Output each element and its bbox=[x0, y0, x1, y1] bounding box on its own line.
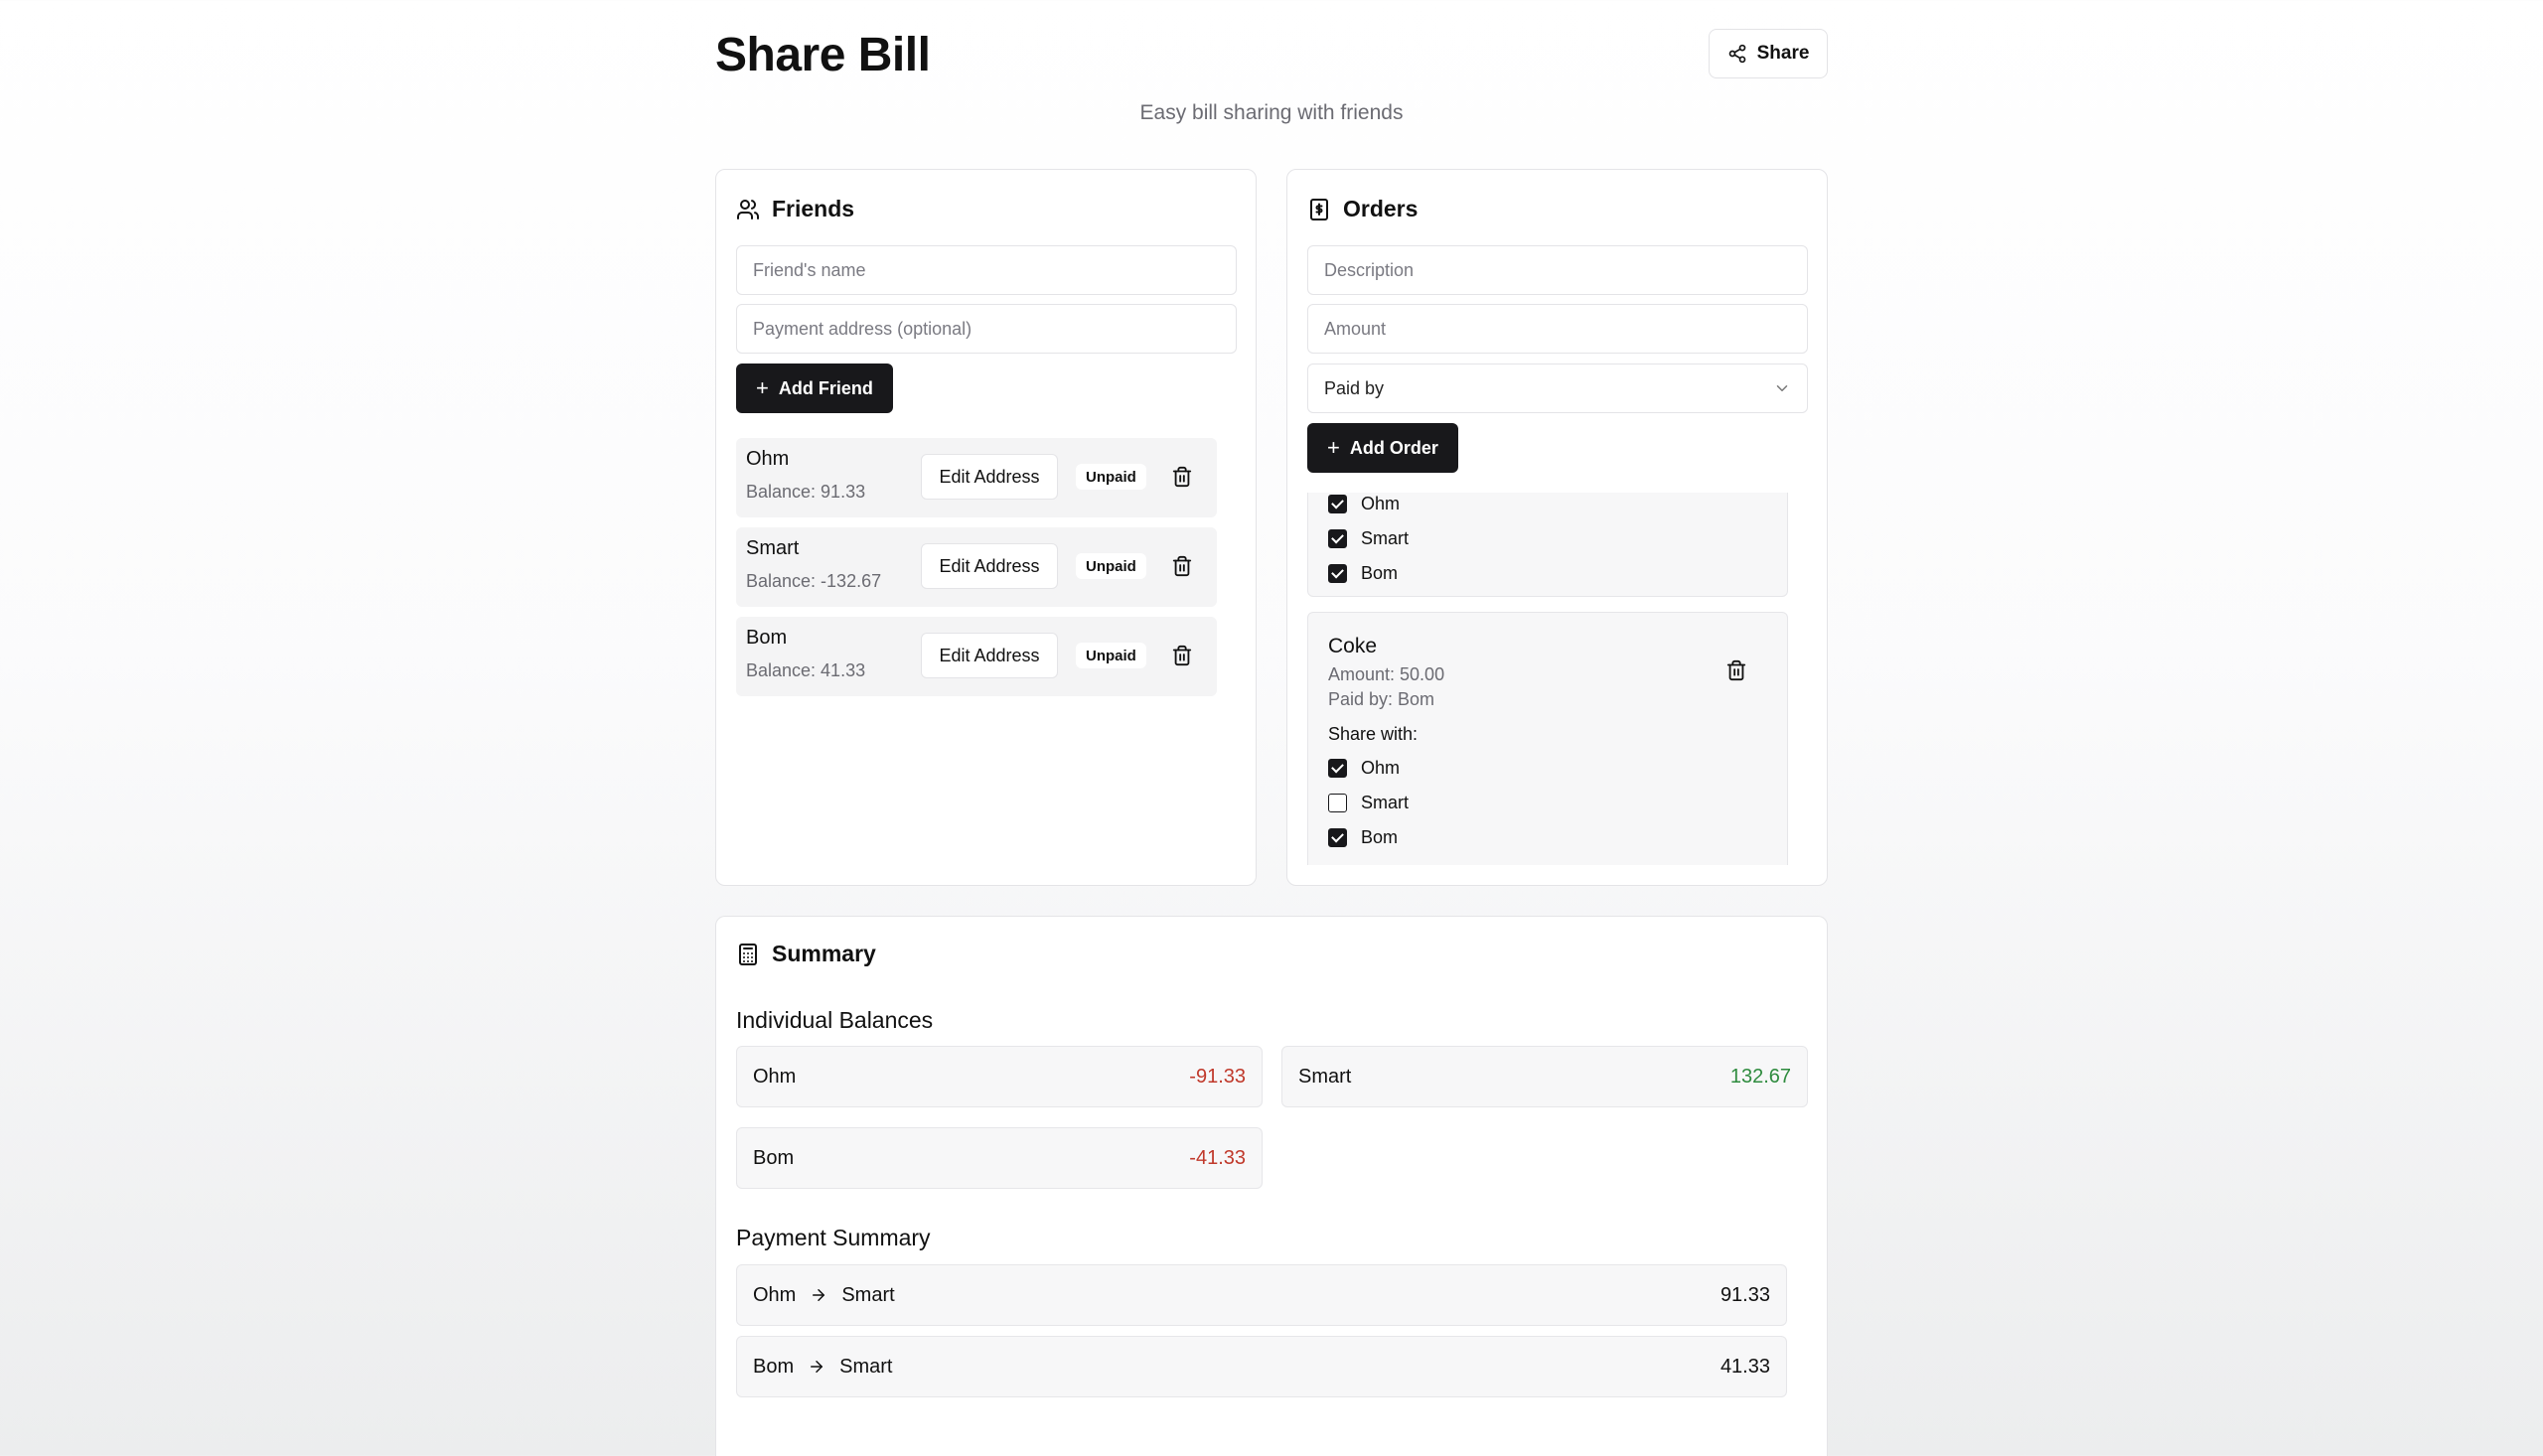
receipt-icon bbox=[1310, 198, 1328, 220]
friend-balance: Balance: 41.33 bbox=[746, 660, 866, 680]
balance-box: Bom -41.33 bbox=[736, 1127, 1263, 1189]
payee-name: Smart bbox=[841, 1283, 895, 1306]
payment-summary-title: Payment Summary bbox=[736, 1225, 931, 1250]
share-checkbox-row[interactable]: Smart bbox=[1328, 528, 1409, 549]
description-input[interactable] bbox=[1307, 245, 1808, 295]
arrow-right-icon bbox=[811, 1361, 823, 1373]
payer-name: Ohm bbox=[753, 1283, 797, 1306]
summary-card: Summary Individual Balances Ohm -91.33 S… bbox=[715, 916, 1828, 1456]
summary-title-text: Summary bbox=[772, 941, 876, 966]
status-badge[interactable]: Unpaid bbox=[1076, 643, 1146, 668]
share-button[interactable]: Share bbox=[1709, 29, 1828, 78]
order-card: Ohm Smart Bom bbox=[1307, 493, 1788, 597]
balance-value: -41.33 bbox=[1189, 1146, 1246, 1169]
order-name: Coke bbox=[1328, 635, 1378, 657]
orders-card: Orders Paid by + Add Order Ohm Smart bbox=[1286, 169, 1828, 886]
payment-parties: Ohm Smart bbox=[753, 1284, 895, 1307]
friend-row: Bom Balance: 41.33 Edit Address Unpaid bbox=[736, 617, 1217, 696]
share-friend-name: Bom bbox=[1361, 827, 1399, 847]
users-icon bbox=[737, 199, 759, 219]
friends-card: Friends + Add Friend Ohm Balance: 91.33 … bbox=[715, 169, 1257, 886]
payment-row: Ohm Smart 91.33 bbox=[736, 1264, 1787, 1326]
add-order-label: Add Order bbox=[1349, 437, 1438, 458]
trash-icon[interactable] bbox=[1171, 466, 1193, 488]
friend-name: Bom bbox=[746, 627, 788, 649]
friend-balance: Balance: 91.33 bbox=[746, 482, 866, 502]
paid-by-value: Paid by bbox=[1324, 377, 1385, 398]
share-with-label: Share with: bbox=[1328, 724, 1419, 744]
add-friend-label: Add Friend bbox=[778, 377, 873, 398]
share-checkbox-row[interactable]: Bom bbox=[1328, 563, 1398, 584]
calculator-icon bbox=[739, 943, 757, 965]
balance-name: Bom bbox=[753, 1146, 795, 1169]
status-badge[interactable]: Unpaid bbox=[1076, 464, 1146, 490]
balance-box: Smart 132.67 bbox=[1281, 1046, 1808, 1107]
payment-parties: Bom Smart bbox=[753, 1356, 892, 1379]
page-subtitle: Easy bill sharing with friends bbox=[1139, 101, 1404, 124]
payment-amount: 91.33 bbox=[1720, 1283, 1770, 1306]
share-friend-name: Bom bbox=[1361, 563, 1399, 583]
friend-name-input[interactable] bbox=[736, 245, 1237, 295]
individual-balances-title: Individual Balances bbox=[736, 1007, 934, 1033]
orders-title-text: Orders bbox=[1343, 196, 1419, 221]
orders-title: Orders bbox=[1307, 196, 1418, 222]
payer-name: Bom bbox=[753, 1355, 795, 1378]
plus-icon: + bbox=[756, 375, 769, 400]
balance-box: Ohm -91.33 bbox=[736, 1046, 1263, 1107]
friends-title: Friends bbox=[736, 196, 854, 222]
friend-name: Ohm bbox=[746, 448, 790, 470]
checkbox[interactable] bbox=[1328, 564, 1347, 583]
share-friend-name: Smart bbox=[1361, 793, 1410, 812]
page-title: Share Bill bbox=[715, 29, 931, 81]
checkbox[interactable] bbox=[1328, 759, 1347, 778]
payment-address-input[interactable] bbox=[736, 304, 1237, 354]
payment-row: Bom Smart 41.33 bbox=[736, 1336, 1787, 1397]
trash-icon[interactable] bbox=[1171, 645, 1193, 666]
orders-list[interactable]: Ohm Smart Bom Coke Amount: 50.00 Paid by… bbox=[1307, 493, 1808, 865]
add-friend-button[interactable]: + Add Friend bbox=[736, 364, 893, 413]
summary-title: Summary bbox=[736, 941, 876, 967]
edit-address-button[interactable]: Edit Address bbox=[921, 454, 1058, 500]
friend-row: Ohm Balance: 91.33 Edit Address Unpaid bbox=[736, 438, 1217, 517]
share-icon bbox=[1728, 44, 1745, 64]
balance-value: -91.33 bbox=[1189, 1065, 1246, 1088]
chevron-down-icon bbox=[1776, 385, 1788, 391]
paid-by-select[interactable]: Paid by bbox=[1307, 364, 1808, 413]
friends-title-text: Friends bbox=[772, 196, 855, 221]
amount-input[interactable] bbox=[1307, 304, 1808, 354]
balance-name: Ohm bbox=[753, 1065, 797, 1088]
friend-row: Smart Balance: -132.67 Edit Address Unpa… bbox=[736, 527, 1217, 607]
share-checkbox-row[interactable]: Bom bbox=[1328, 827, 1398, 848]
checkbox[interactable] bbox=[1328, 828, 1347, 847]
trash-icon[interactable] bbox=[1171, 555, 1193, 577]
share-friend-name: Smart bbox=[1361, 528, 1410, 548]
order-card: Coke Amount: 50.00 Paid by: Bom Share wi… bbox=[1307, 612, 1788, 865]
arrow-right-icon bbox=[813, 1289, 825, 1301]
edit-address-button[interactable]: Edit Address bbox=[921, 543, 1058, 589]
payment-amount: 41.33 bbox=[1720, 1355, 1770, 1378]
edit-address-button[interactable]: Edit Address bbox=[921, 633, 1058, 678]
share-checkbox-row[interactable]: Ohm bbox=[1328, 494, 1400, 514]
share-friend-name: Ohm bbox=[1361, 494, 1401, 513]
order-amount: Amount: 50.00 bbox=[1328, 664, 1445, 684]
status-badge[interactable]: Unpaid bbox=[1076, 553, 1146, 579]
trash-icon[interactable] bbox=[1725, 659, 1747, 681]
checkbox[interactable] bbox=[1328, 529, 1347, 548]
add-order-button[interactable]: + Add Order bbox=[1307, 423, 1458, 473]
share-checkbox-row[interactable]: Smart bbox=[1328, 793, 1409, 813]
order-paid-by: Paid by: Bom bbox=[1328, 689, 1435, 709]
friend-name: Smart bbox=[746, 537, 800, 559]
share-checkbox-row[interactable]: Ohm bbox=[1328, 758, 1400, 779]
balance-name: Smart bbox=[1298, 1065, 1352, 1088]
friend-balance: Balance: -132.67 bbox=[746, 571, 882, 591]
balance-value: 132.67 bbox=[1729, 1065, 1791, 1088]
plus-icon: + bbox=[1327, 435, 1340, 460]
payee-name: Smart bbox=[839, 1355, 893, 1378]
checkbox[interactable] bbox=[1328, 794, 1347, 812]
checkbox[interactable] bbox=[1328, 495, 1347, 513]
share-label: Share bbox=[1756, 43, 1810, 64]
share-friend-name: Ohm bbox=[1361, 758, 1401, 778]
